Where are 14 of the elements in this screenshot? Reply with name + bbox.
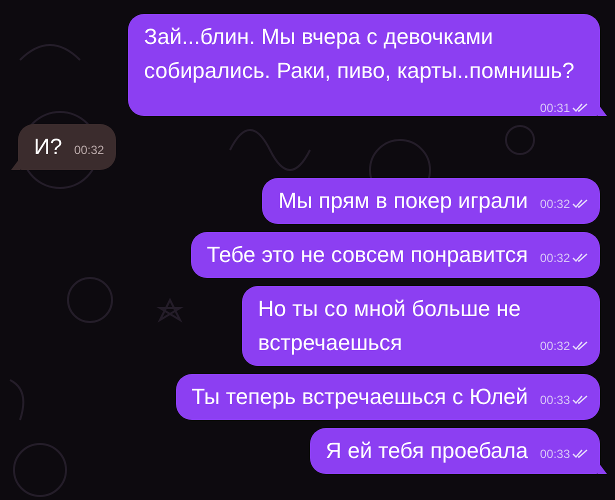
message-time: 00:32 xyxy=(540,196,570,212)
message-time: 00:33 xyxy=(540,392,570,408)
message-text: Зай...блин. Мы вчера с девочками собирались. Раки, пиво, карты..помнишь? xyxy=(144,24,574,83)
message-text: Ты теперь встречаешься с Юлей xyxy=(192,384,528,409)
message-text: Тебе это не совсем понравится xyxy=(206,242,528,267)
message-text: Я ей тебя проебала xyxy=(326,438,528,463)
message-time: 00:33 xyxy=(540,446,570,462)
message-time: 00:32 xyxy=(540,250,570,266)
message-text: И? xyxy=(34,134,62,159)
message-time: 00:31 xyxy=(540,100,570,116)
message-text: Но ты со мной больше не встречаешься xyxy=(258,296,521,355)
message-text: Мы прям в покер играли xyxy=(278,188,528,213)
message-time: 00:32 xyxy=(540,338,570,354)
message-time: 00:32 xyxy=(74,142,104,158)
